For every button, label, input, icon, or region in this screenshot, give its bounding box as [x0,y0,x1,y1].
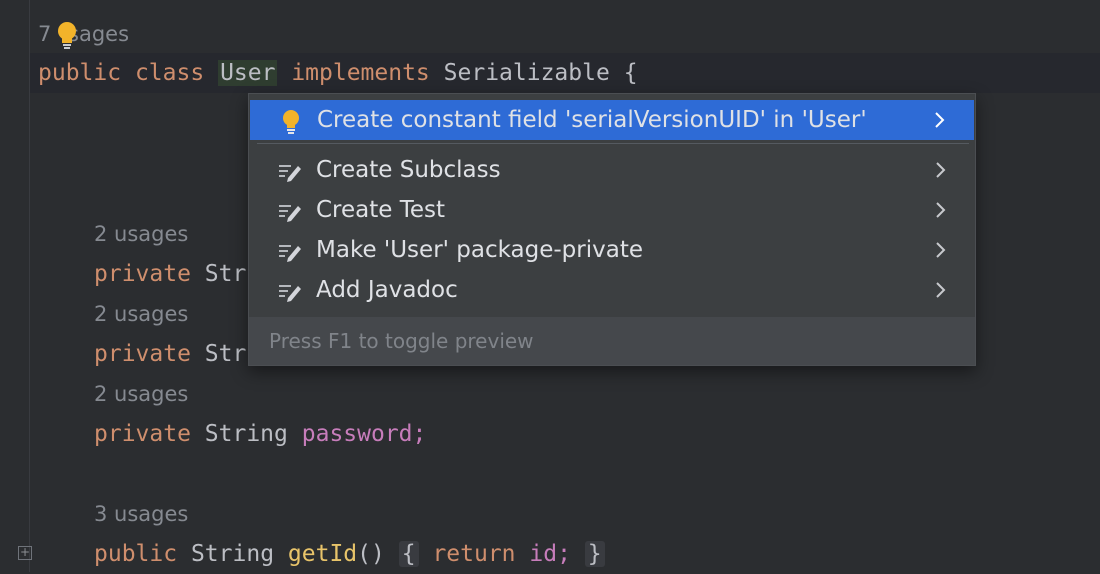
popup-item-label: Create Subclass [316,157,501,183]
intention-pencil-icon [279,245,301,262]
open-brace: { [623,60,638,86]
popup-item-label: Create constant field 'serialVersionUID'… [317,107,867,133]
method-line[interactable]: public String getId() { return id; } [30,534,1100,574]
popup-item-make-package-private[interactable]: Make 'User' package-private [249,230,975,270]
popup-item-add-javadoc[interactable]: Add Javadoc [249,270,975,310]
keyword: public [94,541,178,567]
chevron-right-icon [936,242,946,258]
folded-body-close[interactable]: } [584,541,605,567]
editor-gutter: + [0,0,32,572]
keyword: private [94,261,191,287]
method-name[interactable]: getId [288,541,357,567]
field-line[interactable]: private String password; [30,414,1100,454]
usages-inlay-hint[interactable]: 2 usages [94,294,188,334]
type-name: String [190,541,275,567]
intention-pencil-icon [279,165,301,182]
chevron-right-icon [936,162,946,178]
chevron-right-icon [936,202,946,218]
keyword: private [94,421,191,447]
keyword: return [432,541,516,567]
folded-body-open[interactable]: { [398,541,419,567]
usages-inlay-hint[interactable]: 2 usages [94,214,188,254]
popup-item-create-subclass[interactable]: Create Subclass [249,150,975,190]
keyword: public [38,60,122,86]
usages-inlay-hint[interactable]: 3 usages [94,494,188,534]
interface-name[interactable]: Serializable [444,60,610,86]
popup-item-label: Create Test [316,197,446,223]
popup-item-label: Make 'User' package-private [316,237,643,263]
popup-item-label: Add Javadoc [316,277,458,303]
class-declaration-line[interactable]: public class User implements Serializabl… [30,53,1100,93]
parens: () [357,541,385,567]
intention-actions-popup: Create constant field 'serialVersionUID'… [248,93,976,366]
usages-inlay-hint[interactable]: 2 usages [94,374,188,414]
intention-pencil-icon [279,205,301,222]
chevron-right-icon [936,282,946,298]
popup-item-create-test[interactable]: Create Test [249,190,975,230]
keyword: class [134,60,205,86]
chevron-right-icon [935,112,945,128]
type-name: Str [204,341,247,367]
usages-inlay-hint[interactable]: 7 sages [38,14,129,54]
keyword: private [94,341,191,367]
lightbulb-icon[interactable] [56,20,78,50]
keyword: implements [291,60,430,86]
type-name: String [204,421,288,447]
class-name[interactable]: User [218,60,278,86]
field-reference: id; [529,541,571,567]
field-name: password; [301,421,427,447]
type-name: Str [204,261,247,287]
lightbulb-icon [283,110,299,134]
divider [257,143,969,144]
popup-footer-hint: Press F1 to toggle preview [249,317,975,365]
intention-pencil-icon [279,285,301,302]
popup-item-create-serialversionuid[interactable]: Create constant field 'serialVersionUID'… [250,100,974,140]
